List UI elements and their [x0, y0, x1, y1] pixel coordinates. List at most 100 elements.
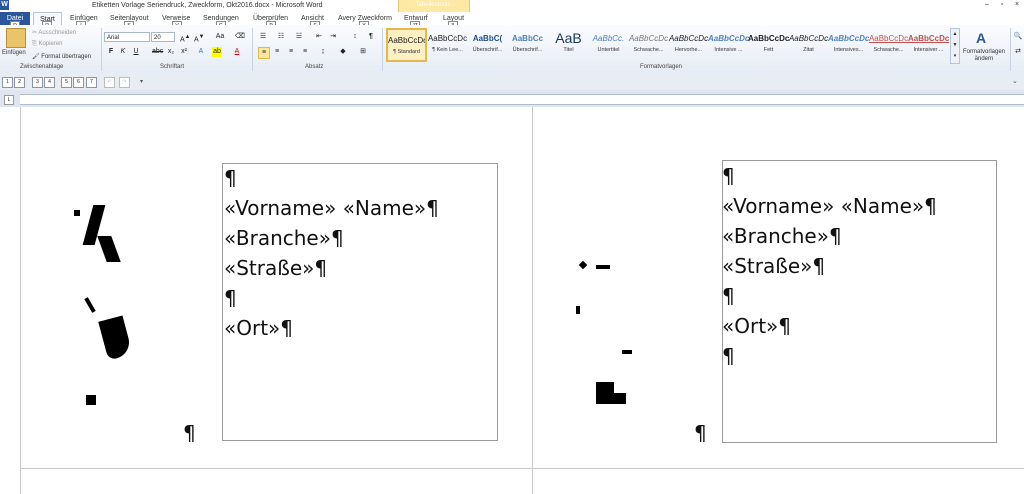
sort-icon[interactable]: ↕: [350, 32, 360, 42]
find-icon[interactable]: 🔍: [1013, 32, 1023, 42]
minimize-icon[interactable]: –: [980, 0, 994, 10]
text-effects-icon[interactable]: A: [196, 47, 206, 57]
justify-icon[interactable]: ≡: [300, 47, 310, 57]
paragraph-group-label: Absatz: [305, 64, 324, 70]
qat-button[interactable]: 7: [86, 77, 97, 88]
style-intensive-hervorhebung[interactable]: AaBbCcDc Intensive ...: [708, 28, 749, 62]
label-line: «Vorname» «Name»¶: [722, 194, 937, 218]
style-sample: AaBbCcDc: [427, 34, 468, 43]
grow-font-icon[interactable]: A▲: [180, 32, 190, 43]
change-styles-icon[interactable]: A: [976, 30, 986, 46]
style-hervorhebung[interactable]: AaBbCcDc Hervorhe...: [668, 28, 709, 62]
shrink-font-icon[interactable]: A▼: [194, 32, 204, 43]
numbering-icon[interactable]: ☷: [276, 32, 286, 42]
qat-button[interactable]: 2: [14, 77, 25, 88]
font-size-combo[interactable]: 20: [151, 32, 175, 42]
ribbon-tab-row: [0, 12, 1024, 25]
format-painter-label: Format übertragen: [41, 54, 91, 60]
style-name: Überschrif...: [472, 47, 503, 53]
align-right-icon[interactable]: ≡: [286, 47, 296, 57]
font-name-combo[interactable]: Arial: [104, 32, 150, 42]
redo-icon[interactable]: ↷: [119, 77, 130, 88]
qat-button[interactable]: 3: [32, 77, 43, 88]
style-sample: AaBbCcDc: [788, 34, 829, 43]
style-untertitel[interactable]: AaBbCc. Untertitel: [588, 28, 629, 62]
replace-icon[interactable]: ⇄: [1013, 47, 1023, 57]
word-app-icon[interactable]: W: [0, 0, 9, 10]
style-name: Intensiver ...: [913, 47, 944, 53]
align-center-icon[interactable]: ≡: [272, 47, 282, 57]
bullets-icon[interactable]: ☰: [258, 32, 268, 42]
tab-selector-icon[interactable]: L: [4, 95, 14, 105]
style-name: Intensives...: [833, 47, 864, 53]
change-styles-button[interactable]: Formatvorlagen ändern: [962, 49, 1006, 63]
decrease-indent-icon[interactable]: ⇤: [314, 32, 324, 42]
qat-button[interactable]: 4: [44, 77, 55, 88]
close-icon[interactable]: ×: [1010, 0, 1024, 10]
copy-button[interactable]: ⎘ Kopieren: [32, 41, 63, 48]
format-painter-button[interactable]: 🖌 Format übertragen: [32, 53, 91, 60]
line-spacing-icon[interactable]: ↨: [318, 47, 328, 57]
style-ueberschrift-1[interactable]: AaBbC( Überschrif...: [467, 28, 508, 62]
show-formatting-icon[interactable]: ¶: [366, 32, 376, 42]
label-line: «Ort»¶: [224, 316, 294, 340]
subscript-icon[interactable]: x₂: [166, 47, 176, 57]
label-gridline: [20, 468, 1024, 469]
style-sample: AaBbCcDc: [748, 34, 789, 43]
font-group-label: Schriftart: [160, 64, 185, 70]
italic-icon[interactable]: K: [118, 47, 128, 57]
shading-icon[interactable]: ◆: [338, 47, 348, 57]
style-intensiver-verweis[interactable]: AaBbCcDc Intensiver ...: [908, 28, 949, 62]
customize-qat-icon[interactable]: ▾: [140, 78, 143, 85]
style-name: Zitat: [803, 47, 814, 53]
style-sample: AaBbCcDc: [908, 34, 949, 43]
superscript-icon[interactable]: x²: [179, 47, 189, 57]
qat-button[interactable]: 1: [2, 77, 13, 88]
increase-indent-icon[interactable]: ⇥: [328, 32, 338, 42]
label-gridline: [20, 107, 21, 494]
group-separator: [1010, 28, 1011, 71]
logo-fragment: [86, 395, 96, 405]
font-color-icon[interactable]: A: [232, 47, 242, 57]
styles-gallery-scroll[interactable]: ▲ ▼ ▾: [950, 28, 960, 64]
ruler-track[interactable]: [20, 94, 1024, 105]
copy-label: Kopieren: [38, 41, 63, 47]
multilevel-list-icon[interactable]: ☱: [294, 32, 304, 42]
window-controls: – ▫ ×: [980, 0, 1024, 10]
window-title: Etiketten Vorlage Seriendruck, Zweckform…: [92, 2, 323, 9]
maximize-icon[interactable]: ▫: [995, 0, 1009, 10]
style-zitat[interactable]: AaBbCcDc Zitat: [788, 28, 829, 62]
borders-icon[interactable]: ⊞: [358, 47, 368, 57]
paste-icon[interactable]: [6, 28, 26, 48]
undo-icon[interactable]: ↶: [104, 77, 115, 88]
bold-icon[interactable]: F: [106, 47, 116, 57]
paragraph-mark: ¶: [694, 421, 707, 445]
change-case-icon[interactable]: Aa: [215, 32, 225, 42]
style-sample: AaBbCc.: [592, 34, 625, 43]
style-intensives-zitat[interactable]: AaBbCcDc Intensives...: [828, 28, 869, 62]
logo-fragment: [74, 210, 80, 216]
style-standard[interactable]: AaBbCcDc ¶ Standard: [386, 28, 427, 62]
style-sample: AaBbCcDc: [388, 36, 427, 45]
strikethrough-icon[interactable]: abc: [152, 47, 163, 57]
style-fett[interactable]: AaBbCcDc Fett: [748, 28, 789, 62]
underline-icon[interactable]: U: [131, 47, 141, 57]
label-line: «Branche»¶: [224, 226, 344, 250]
qat-button[interactable]: 6: [73, 77, 84, 88]
style-name: Schwache...: [633, 47, 664, 53]
cut-button[interactable]: ✂ Ausschneiden: [32, 29, 76, 36]
style-titel[interactable]: AaB Titel: [548, 28, 589, 62]
style-name: Hervorhe...: [674, 47, 703, 53]
ribbon-expand-icon[interactable]: ⌄: [1012, 77, 1018, 85]
qat-button[interactable]: 5: [61, 77, 72, 88]
style-schwache-hervorhebung[interactable]: AaBbCcDc Schwache...: [628, 28, 669, 62]
clear-format-icon[interactable]: ⌫: [235, 32, 245, 42]
style-schwacher-verweis[interactable]: AaBbCcDc Schwache...: [868, 28, 909, 62]
highlight-icon[interactable]: ab: [212, 47, 222, 57]
label-line: ¶: [224, 286, 237, 310]
style-ueberschrift-2[interactable]: AaBbCc Überschrif...: [507, 28, 548, 62]
style-kein-leerraum[interactable]: AaBbCcDc ¶ Kein Lee...: [427, 28, 468, 62]
align-left-icon[interactable]: ≡: [258, 47, 270, 59]
paste-button[interactable]: Einfügen: [2, 50, 26, 56]
label-line: «Straße»¶: [722, 254, 826, 278]
